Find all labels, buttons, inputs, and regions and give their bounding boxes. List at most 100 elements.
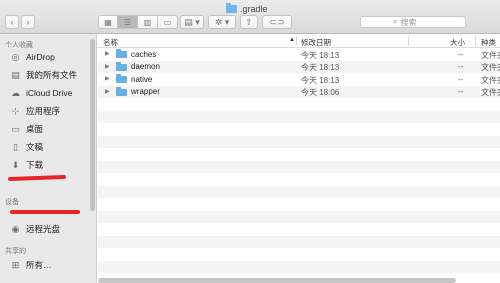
file-date: 今天 18:13 <box>301 75 340 85</box>
sidebar-item-label: 所有… <box>26 260 52 270</box>
sidebar-header-favorites: 个人收藏 <box>5 42 33 49</box>
table-row[interactable]: ▶ wrapper 今天 18:06 -- 文件夹 <box>98 85 500 98</box>
forward-button[interactable]: › <box>21 15 35 29</box>
sidebar-header-shared: 共享的 <box>5 248 26 255</box>
column-header-name[interactable]: 名称 <box>103 37 118 48</box>
empty-row <box>98 98 500 111</box>
empty-row <box>98 110 500 123</box>
file-rows: ▶ caches 今天 18:13 -- 文件夹 ▶ daemon 今天 18:… <box>98 48 500 273</box>
remote-disc-icon: ◉ <box>11 223 20 234</box>
sidebar: 个人收藏 ◎ AirDrop ▤ 我的所有文件 ☁ iCloud Drive ⊹… <box>0 34 97 283</box>
disclosure-triangle-icon[interactable]: ▶ <box>105 88 110 95</box>
back-button[interactable]: ‹ <box>5 15 19 29</box>
empty-row <box>98 148 500 161</box>
icon-view-button[interactable]: ▦ <box>98 15 118 29</box>
tag-button[interactable]: ⊂⊃ <box>262 15 292 29</box>
folder-icon <box>116 86 127 96</box>
sidebar-item-applications[interactable]: ⊹ 应用程序 <box>10 104 60 118</box>
desktop-icon: ▭ <box>11 123 20 134</box>
horizontal-scrollbar[interactable] <box>98 278 456 283</box>
file-name: daemon <box>131 62 160 71</box>
sidebar-item-label: iCloud Drive <box>26 88 73 98</box>
list-view-button[interactable]: ☰ <box>118 15 138 29</box>
redaction-mark <box>10 210 80 214</box>
gallery-view-button[interactable]: ▭ <box>158 15 178 29</box>
disclosure-triangle-icon[interactable]: ▶ <box>105 75 110 82</box>
file-name: caches <box>131 49 157 59</box>
window-title-text: .gradle <box>240 4 268 14</box>
file-date: 今天 18:13 <box>301 63 340 72</box>
all-files-icon: ▤ <box>11 69 20 80</box>
sidebar-scrollbar[interactable] <box>90 39 95 211</box>
column-divider[interactable] <box>475 36 476 46</box>
table-row[interactable]: ▶ native 今天 18:13 -- 文件夹 <box>98 73 500 86</box>
airdrop-icon: ◎ <box>11 51 20 62</box>
file-kind: 文件夹 <box>481 63 500 72</box>
file-list: 名称 ▲ 修改日期 大小 种类 ▶ caches 今天 18:13 -- 文件夹… <box>98 34 500 283</box>
empty-row <box>98 248 500 261</box>
column-divider[interactable] <box>296 36 297 46</box>
group-menu-button[interactable]: ▤ ▾ <box>180 15 204 29</box>
sidebar-item-airdrop[interactable]: ◎ AirDrop <box>10 50 55 64</box>
sidebar-item-label: 文稿 <box>26 142 44 152</box>
empty-row <box>98 185 500 198</box>
sidebar-item-remote-disc[interactable]: ◉ 远程光盘 <box>10 222 60 236</box>
sort-indicator-icon: ▲ <box>289 37 295 43</box>
folder-icon <box>116 74 127 83</box>
empty-row <box>98 173 500 186</box>
toolbar: .gradle ‹ › ▦ ☰ ▥ ▭ ▤ ▾ ✲ ▾ ⇧ ⊂⊃ ⌕ 搜索 <box>0 0 500 34</box>
action-menu-button[interactable]: ✲ ▾ <box>208 15 236 29</box>
file-date: 今天 18:13 <box>301 50 340 60</box>
sidebar-item-label: 桌面 <box>26 124 44 134</box>
finder-window: .gradle ‹ › ▦ ☰ ▥ ▭ ▤ ▾ ✲ ▾ ⇧ ⊂⊃ ⌕ 搜索 个人… <box>0 0 500 283</box>
file-kind: 文件夹 <box>481 50 500 60</box>
sidebar-header-devices: 设备 <box>5 199 19 206</box>
column-header-date[interactable]: 修改日期 <box>301 37 331 48</box>
search-placeholder: 搜索 <box>400 17 417 27</box>
column-header: 名称 ▲ 修改日期 大小 种类 <box>98 34 500 48</box>
column-header-size[interactable]: 大小 <box>450 37 465 48</box>
table-row[interactable]: ▶ caches 今天 18:13 -- 文件夹 <box>98 48 500 61</box>
empty-row <box>98 123 500 136</box>
table-row[interactable]: ▶ daemon 今天 18:13 -- 文件夹 <box>98 60 500 73</box>
view-mode-control: ▦ ☰ ▥ ▭ <box>98 15 178 29</box>
downloads-icon: ⬇ <box>11 159 20 170</box>
sidebar-item-all-files[interactable]: ▤ 我的所有文件 <box>10 68 77 82</box>
file-date: 今天 18:06 <box>301 88 340 97</box>
sidebar-item-label: 远程光盘 <box>26 224 61 234</box>
sidebar-item-documents[interactable]: ▯ 文稿 <box>10 140 43 154</box>
empty-row <box>98 210 500 223</box>
disclosure-triangle-icon[interactable]: ▶ <box>105 50 110 57</box>
empty-row <box>98 260 500 273</box>
file-kind: 文件夹 <box>481 75 500 85</box>
folder-icon <box>116 61 127 71</box>
column-header-kind[interactable]: 种类 <box>481 37 496 48</box>
search-icon: ⌕ <box>393 17 398 26</box>
disclosure-triangle-icon[interactable]: ▶ <box>105 63 110 70</box>
search-input[interactable]: ⌕ 搜索 <box>360 16 466 28</box>
empty-row <box>98 235 500 248</box>
file-size: -- <box>458 74 464 84</box>
folder-icon <box>116 49 127 58</box>
share-button[interactable]: ⇧ <box>240 15 258 29</box>
sidebar-item-desktop[interactable]: ▭ 桌面 <box>10 122 43 136</box>
file-size: -- <box>458 49 464 59</box>
cloud-icon: ☁ <box>11 87 20 98</box>
folder-icon <box>226 3 237 13</box>
window-title: .gradle <box>226 3 268 15</box>
column-divider[interactable] <box>408 36 409 46</box>
empty-row <box>98 198 500 211</box>
empty-row <box>98 135 500 148</box>
sidebar-item-icloud-drive[interactable]: ☁ iCloud Drive <box>10 86 72 100</box>
redaction-mark <box>7 174 67 182</box>
documents-icon: ▯ <box>13 141 18 152</box>
sidebar-item-downloads[interactable]: ⬇ 下载 <box>10 158 43 172</box>
file-name: native <box>131 74 153 84</box>
column-view-button[interactable]: ▥ <box>138 15 158 29</box>
sidebar-item-label: AirDrop <box>26 52 55 62</box>
file-name: wrapper <box>131 87 160 96</box>
sidebar-item-label: 下载 <box>26 160 44 170</box>
empty-row <box>98 160 500 173</box>
sidebar-item-label: 应用程序 <box>26 106 61 116</box>
sidebar-item-all-shared[interactable]: ⊞ 所有… <box>10 258 52 272</box>
